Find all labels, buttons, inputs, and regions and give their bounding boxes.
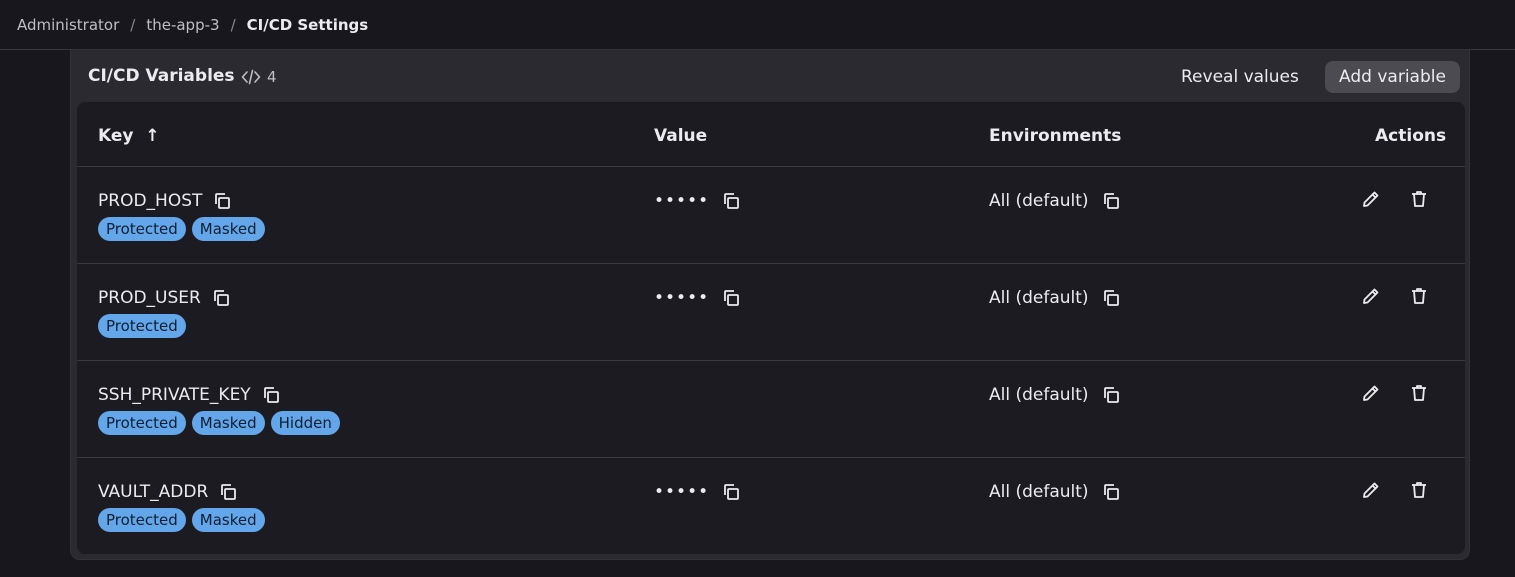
environment-cell: All (default) — [989, 385, 1121, 405]
key-cell: SSH_PRIVATE_KEY — [98, 385, 281, 405]
value-cell: ••••• — [654, 288, 741, 308]
copy-icon[interactable] — [1101, 288, 1121, 308]
badge-protected: Protected — [98, 314, 186, 338]
environment-value: All (default) — [989, 482, 1089, 502]
copy-icon[interactable] — [721, 191, 741, 211]
masked-value: ••••• — [654, 288, 710, 308]
environment-cell: All (default) — [989, 288, 1121, 308]
copy-icon[interactable] — [212, 191, 232, 211]
reveal-values-button[interactable]: Reveal values — [1171, 61, 1309, 93]
value-cell: ••••• — [654, 482, 741, 502]
variables-table: Key ↑ Value Environments Actions PROD_HO… — [77, 102, 1465, 554]
key-cell: VAULT_ADDR — [98, 482, 238, 502]
header-actions: Actions — [1375, 126, 1447, 146]
environment-cell: All (default) — [989, 191, 1121, 211]
breadcrumb-current: CI/CD Settings — [246, 15, 369, 34]
breadcrumb: Administrator / the-app-3 / CI/CD Settin… — [0, 0, 1515, 50]
copy-icon[interactable] — [1101, 385, 1121, 405]
breadcrumb-separator: / — [130, 15, 136, 34]
variable-key: PROD_HOST — [98, 191, 203, 211]
delete-trash-icon[interactable] — [1409, 189, 1429, 209]
table-row: PROD_HOST Protected Masked ••••• All (de… — [77, 167, 1465, 264]
header-environments: Environments — [989, 126, 1122, 146]
edit-pencil-icon[interactable] — [1361, 286, 1381, 306]
environment-value: All (default) — [989, 288, 1089, 308]
masked-value: ••••• — [654, 191, 710, 211]
delete-trash-icon[interactable] — [1409, 286, 1429, 306]
key-cell: PROD_HOST — [98, 191, 232, 211]
copy-icon[interactable] — [1101, 482, 1121, 502]
copy-icon[interactable] — [261, 385, 281, 405]
sort-arrow-icon: ↑ — [145, 126, 160, 146]
actions-cell — [1361, 286, 1429, 306]
header-value: Value — [654, 126, 708, 146]
badge-list: Protected Masked — [98, 508, 265, 532]
breadcrumb-separator: / — [230, 15, 236, 34]
table-row: PROD_USER Protected ••••• All (default) — [77, 264, 1465, 361]
variable-key: PROD_USER — [98, 288, 201, 308]
table-row: VAULT_ADDR Protected Masked ••••• All (d… — [77, 458, 1465, 555]
copy-icon[interactable] — [721, 288, 741, 308]
breadcrumb-item-administrator[interactable]: Administrator — [17, 16, 119, 34]
header-key[interactable]: Key ↑ — [98, 126, 160, 146]
copy-icon[interactable] — [211, 288, 231, 308]
variable-key: SSH_PRIVATE_KEY — [98, 385, 251, 405]
masked-value: ••••• — [654, 482, 710, 502]
edit-pencil-icon[interactable] — [1361, 383, 1381, 403]
variable-count: 4 — [241, 67, 277, 87]
header-key-label: Key — [98, 126, 134, 146]
badge-list: Protected Masked — [98, 217, 265, 241]
actions-cell — [1361, 383, 1429, 403]
edit-pencil-icon[interactable] — [1361, 189, 1381, 209]
badge-masked: Masked — [191, 411, 265, 435]
badge-masked: Masked — [191, 217, 265, 241]
badge-protected: Protected — [98, 217, 186, 241]
badge-protected: Protected — [98, 411, 186, 435]
badge-hidden: Hidden — [270, 411, 340, 435]
environment-cell: All (default) — [989, 482, 1121, 502]
badge-protected: Protected — [98, 508, 186, 532]
value-cell: ••••• — [654, 191, 741, 211]
actions-cell — [1361, 480, 1429, 500]
copy-icon[interactable] — [721, 482, 741, 502]
badge-masked: Masked — [191, 508, 265, 532]
variables-card: CI/CD Variables 4 Reveal values Add vari… — [70, 49, 1470, 560]
variable-key: VAULT_ADDR — [98, 482, 209, 502]
environment-value: All (default) — [989, 385, 1089, 405]
copy-icon[interactable] — [218, 482, 238, 502]
copy-icon[interactable] — [1101, 191, 1121, 211]
add-variable-button[interactable]: Add variable — [1325, 61, 1460, 93]
code-icon — [241, 67, 261, 87]
actions-cell — [1361, 189, 1429, 209]
environment-value: All (default) — [989, 191, 1089, 211]
edit-pencil-icon[interactable] — [1361, 480, 1381, 500]
breadcrumb-item-project[interactable]: the-app-3 — [146, 16, 219, 34]
key-cell: PROD_USER — [98, 288, 231, 308]
table-row: SSH_PRIVATE_KEY Protected Masked Hidden … — [77, 361, 1465, 458]
badge-list: Protected — [98, 314, 186, 338]
card-title: CI/CD Variables — [88, 66, 235, 86]
count-value: 4 — [267, 68, 277, 86]
card-header: CI/CD Variables 4 Reveal values Add vari… — [71, 50, 1469, 102]
delete-trash-icon[interactable] — [1409, 480, 1429, 500]
delete-trash-icon[interactable] — [1409, 383, 1429, 403]
badge-list: Protected Masked Hidden — [98, 411, 340, 435]
